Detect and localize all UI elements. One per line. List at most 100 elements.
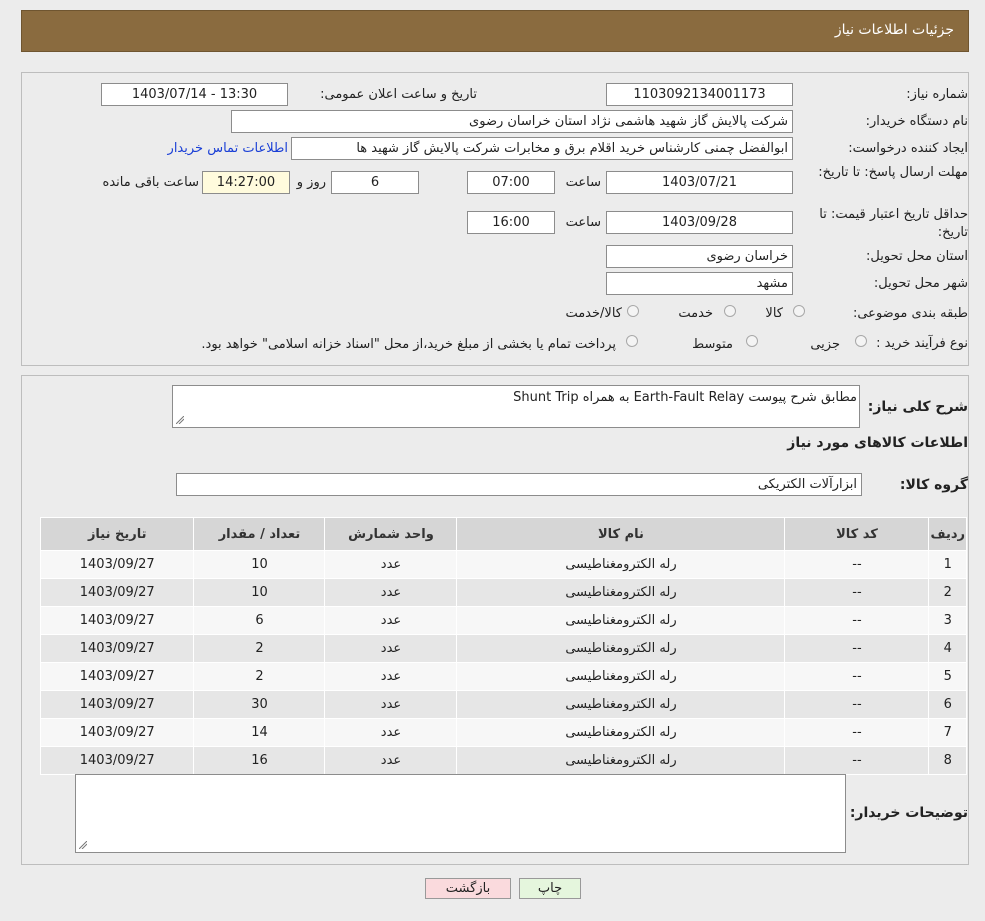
cell-unit: عدد xyxy=(324,578,458,607)
city-label: شهر محل تحویل: xyxy=(873,276,968,291)
cell-unit: عدد xyxy=(324,606,458,635)
cell-item-code: -- xyxy=(784,746,930,775)
page-header: جزئیات اطلاعات نیاز xyxy=(21,10,969,52)
cell-need-date: 1403/09/27 xyxy=(39,578,195,607)
table-row: 4 -- رله الکترومغناطیسی عدد 2 1403/09/27 xyxy=(39,634,967,663)
category-service-label: خدمت xyxy=(678,306,713,321)
days-label: روز و xyxy=(296,175,326,190)
table-row: 6 -- رله الکترومغناطیسی عدد 30 1403/09/27 xyxy=(39,690,967,719)
col-code-header: کد کالا xyxy=(784,517,930,551)
back-button[interactable]: بازگشت xyxy=(425,878,511,899)
city-field[interactable]: مشهد xyxy=(606,272,793,295)
buyer-org-label: نام دستگاه خریدار: xyxy=(865,114,968,129)
table-row: 2 -- رله الکترومغناطیسی عدد 10 1403/09/27 xyxy=(39,578,967,607)
cell-item-code: -- xyxy=(784,550,930,579)
summary-text: Shunt Trip به همراه Earth-Fault Relay مط… xyxy=(513,390,857,405)
goods-group-field[interactable]: ابزارآلات الکتریکی xyxy=(176,473,862,496)
deadline-time-field[interactable]: 07:00 xyxy=(467,171,555,194)
cell-unit: عدد xyxy=(324,550,458,579)
col-name-header: نام کالا xyxy=(456,517,786,551)
buyer-notes-label: توضیحات خریدار: xyxy=(849,805,968,821)
goods-group-label: گروه کالا: xyxy=(899,477,968,493)
cell-item-code: -- xyxy=(784,690,930,719)
category-goods-radio[interactable] xyxy=(793,305,805,317)
announce-datetime-field[interactable]: 1403/07/14 - 13:30 xyxy=(101,83,288,106)
resize-grip-icon[interactable] xyxy=(176,416,184,424)
items-table: ردیف کد کالا نام کالا واحد شمارش تعداد /… xyxy=(39,517,967,775)
cell-quantity: 30 xyxy=(193,690,326,719)
cell-quantity: 2 xyxy=(193,662,326,691)
category-service-radio[interactable] xyxy=(724,305,736,317)
table-row: 7 -- رله الکترومغناطیسی عدد 14 1403/09/27 xyxy=(39,718,967,747)
cell-unit: عدد xyxy=(324,718,458,747)
process-minor-label: جزیی xyxy=(810,337,840,352)
cell-need-date: 1403/09/27 xyxy=(39,606,195,635)
buyer-notes-textarea[interactable] xyxy=(75,774,846,853)
category-goods-service-radio[interactable] xyxy=(627,305,639,317)
cell-row-number: 6 xyxy=(928,690,967,719)
table-row: 5 -- رله الکترومغناطیسی عدد 2 1403/09/27 xyxy=(39,662,967,691)
creator-field[interactable]: ابوالفضل چمنی کارشناس خرید اقلام برق و م… xyxy=(291,137,793,160)
summary-label: شرح کلی نیاز: xyxy=(867,399,968,415)
summary-textarea[interactable]: Shunt Trip به همراه Earth-Fault Relay مط… xyxy=(172,385,860,428)
cell-quantity: 10 xyxy=(193,578,326,607)
cell-item-code: -- xyxy=(784,606,930,635)
category-goods-service-label: کالا/خدمت xyxy=(565,306,622,321)
cell-unit: عدد xyxy=(324,634,458,663)
cell-item-name: رله الکترومغناطیسی xyxy=(456,550,786,579)
deadline-date-field[interactable]: 1403/07/21 xyxy=(606,171,793,194)
buyer-contact-link[interactable]: اطلاعات تماس خریدار xyxy=(168,141,288,156)
resize-grip-icon[interactable] xyxy=(79,841,87,849)
items-section-title: اطلاعات کالاهای مورد نیاز xyxy=(787,435,968,451)
province-label: استان محل تحویل: xyxy=(866,249,968,264)
need-number-label: شماره نیاز: xyxy=(906,87,968,102)
cell-row-number: 8 xyxy=(928,746,967,775)
remaining-time-field[interactable]: 14:27:00 xyxy=(202,171,290,194)
cell-row-number: 2 xyxy=(928,578,967,607)
need-number-field[interactable]: 1103092134001173 xyxy=(606,83,793,106)
cell-item-code: -- xyxy=(784,662,930,691)
remaining-time-label: ساعت باقی مانده xyxy=(102,175,199,190)
cell-quantity: 2 xyxy=(193,634,326,663)
table-row: 8 -- رله الکترومغناطیسی عدد 16 1403/09/27 xyxy=(39,746,967,775)
table-header-row: ردیف کد کالا نام کالا واحد شمارش تعداد /… xyxy=(39,517,967,551)
process-medium-radio[interactable] xyxy=(746,335,758,347)
process-label: نوع فرآیند خرید : xyxy=(876,336,968,351)
creator-label: ایجاد کننده درخواست: xyxy=(848,141,968,156)
process-medium-label: متوسط xyxy=(692,337,733,352)
validity-time-label: ساعت xyxy=(565,215,601,230)
col-date-header: تاریخ نیاز xyxy=(39,517,195,551)
cell-need-date: 1403/09/27 xyxy=(39,718,195,747)
deadline-time-label: ساعت xyxy=(565,175,601,190)
page-title: جزئیات اطلاعات نیاز xyxy=(834,22,954,38)
cell-need-date: 1403/09/27 xyxy=(39,690,195,719)
print-button[interactable]: چاپ xyxy=(519,878,581,899)
days-field[interactable]: 6 xyxy=(331,171,419,194)
cell-item-code: -- xyxy=(784,578,930,607)
cell-row-number: 5 xyxy=(928,662,967,691)
cell-need-date: 1403/09/27 xyxy=(39,634,195,663)
cell-need-date: 1403/09/27 xyxy=(39,550,195,579)
table-row: 1 -- رله الکترومغناطیسی عدد 10 1403/09/27 xyxy=(39,550,967,579)
announce-label: تاریخ و ساعت اعلان عمومی: xyxy=(320,87,477,102)
cell-item-name: رله الکترومغناطیسی xyxy=(456,634,786,663)
buyer-org-field[interactable]: شرکت پالایش گاز شهید هاشمی نژاد استان خر… xyxy=(231,110,793,133)
validity-date-field[interactable]: 1403/09/28 xyxy=(606,211,793,234)
col-row-header: ردیف xyxy=(928,517,967,551)
treasury-checkbox[interactable] xyxy=(626,335,638,347)
validity-time-field[interactable]: 16:00 xyxy=(467,211,555,234)
cell-quantity: 10 xyxy=(193,550,326,579)
process-minor-radio[interactable] xyxy=(855,335,867,347)
cell-item-name: رله الکترومغناطیسی xyxy=(456,606,786,635)
cell-row-number: 3 xyxy=(928,606,967,635)
province-field[interactable]: خراسان رضوی xyxy=(606,245,793,268)
cell-item-name: رله الکترومغناطیسی xyxy=(456,578,786,607)
cell-need-date: 1403/09/27 xyxy=(39,662,195,691)
cell-quantity: 6 xyxy=(193,606,326,635)
cell-row-number: 7 xyxy=(928,718,967,747)
buyer-notes-text xyxy=(76,775,845,783)
validity-label: حداقل تاریخ اعتبار قیمت: تا تاریخ: xyxy=(819,207,968,240)
cell-item-code: -- xyxy=(784,634,930,663)
table-row: 3 -- رله الکترومغناطیسی عدد 6 1403/09/27 xyxy=(39,606,967,635)
cell-quantity: 16 xyxy=(193,746,326,775)
